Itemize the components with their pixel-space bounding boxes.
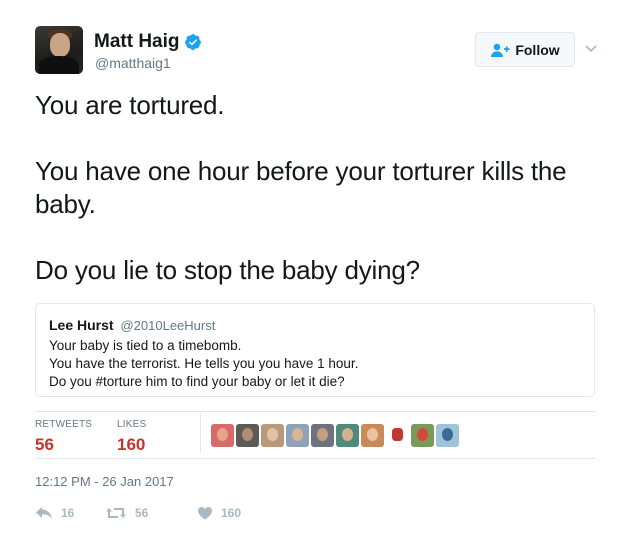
liker-avatars <box>211 424 461 447</box>
liker-avatar[interactable] <box>411 424 434 447</box>
follow-button[interactable]: Follow <box>475 32 575 67</box>
like-count: 160 <box>221 506 242 520</box>
liker-avatar[interactable] <box>436 424 459 447</box>
tweet-timestamp[interactable]: 12:12 PM - 26 Jan 2017 <box>35 474 174 489</box>
reply-count: 16 <box>61 506 75 520</box>
divider <box>35 411 595 412</box>
liker-avatar[interactable] <box>261 424 284 447</box>
quoted-tweet-header: Lee Hurst @2010LeeHurst <box>49 317 215 333</box>
like-button[interactable]: 160 <box>197 506 241 520</box>
retweets-label: RETWEETS <box>35 419 93 430</box>
tweet-text: You are tortured. You have one hour befo… <box>35 90 567 285</box>
quoted-author-name: Lee Hurst <box>49 317 114 333</box>
likes-label: LIKES <box>117 419 147 430</box>
quoted-author-handle: @2010LeeHurst <box>120 318 216 333</box>
author-handle[interactable]: @matthaig1 <box>95 55 171 71</box>
chevron-down-icon[interactable] <box>583 40 599 56</box>
liker-avatar[interactable] <box>236 424 259 447</box>
heart-icon <box>198 507 212 520</box>
retweets-stat[interactable]: RETWEETS 56 <box>35 419 92 455</box>
avatar-body <box>39 56 79 74</box>
retweets-count: 56 <box>35 435 54 454</box>
author-name-row[interactable]: Matt Haig <box>94 31 202 53</box>
avatar-face <box>50 33 70 57</box>
stats-separator <box>200 413 201 453</box>
quoted-tweet-line: Your baby is tied to a timebomb. <box>49 338 242 353</box>
likes-stat[interactable]: LIKES 160 <box>117 419 146 455</box>
quoted-tweet-line: Do you #torture him to find your baby or… <box>49 374 345 389</box>
liker-avatar[interactable] <box>286 424 309 447</box>
liker-avatar[interactable] <box>211 424 234 447</box>
quoted-tweet-line: You have the terrorist. He tells you you… <box>49 356 359 371</box>
retweet-count: 56 <box>135 506 149 520</box>
follow-button-label: Follow <box>515 41 560 58</box>
liker-avatar[interactable] <box>311 424 334 447</box>
tweet-actions: 16 56 160 <box>35 506 241 520</box>
liker-avatar[interactable] <box>336 424 359 447</box>
liker-avatar[interactable] <box>361 424 384 447</box>
verified-badge-icon <box>184 34 201 50</box>
divider <box>35 458 595 459</box>
follow-user-plus-icon <box>491 43 510 57</box>
retweet-icon <box>106 508 126 518</box>
reply-icon <box>36 507 52 519</box>
reply-button[interactable]: 16 <box>35 506 105 520</box>
likes-count: 160 <box>117 435 146 454</box>
quoted-tweet-text: Your baby is tied to a timebomb. You hav… <box>49 337 358 391</box>
author-name[interactable]: Matt Haig <box>94 31 180 53</box>
quoted-tweet[interactable]: Lee Hurst @2010LeeHurst Your baby is tie… <box>35 303 595 397</box>
author-avatar[interactable] <box>35 26 83 74</box>
retweet-button[interactable]: 56 <box>105 506 197 520</box>
liker-avatar[interactable] <box>386 424 409 447</box>
